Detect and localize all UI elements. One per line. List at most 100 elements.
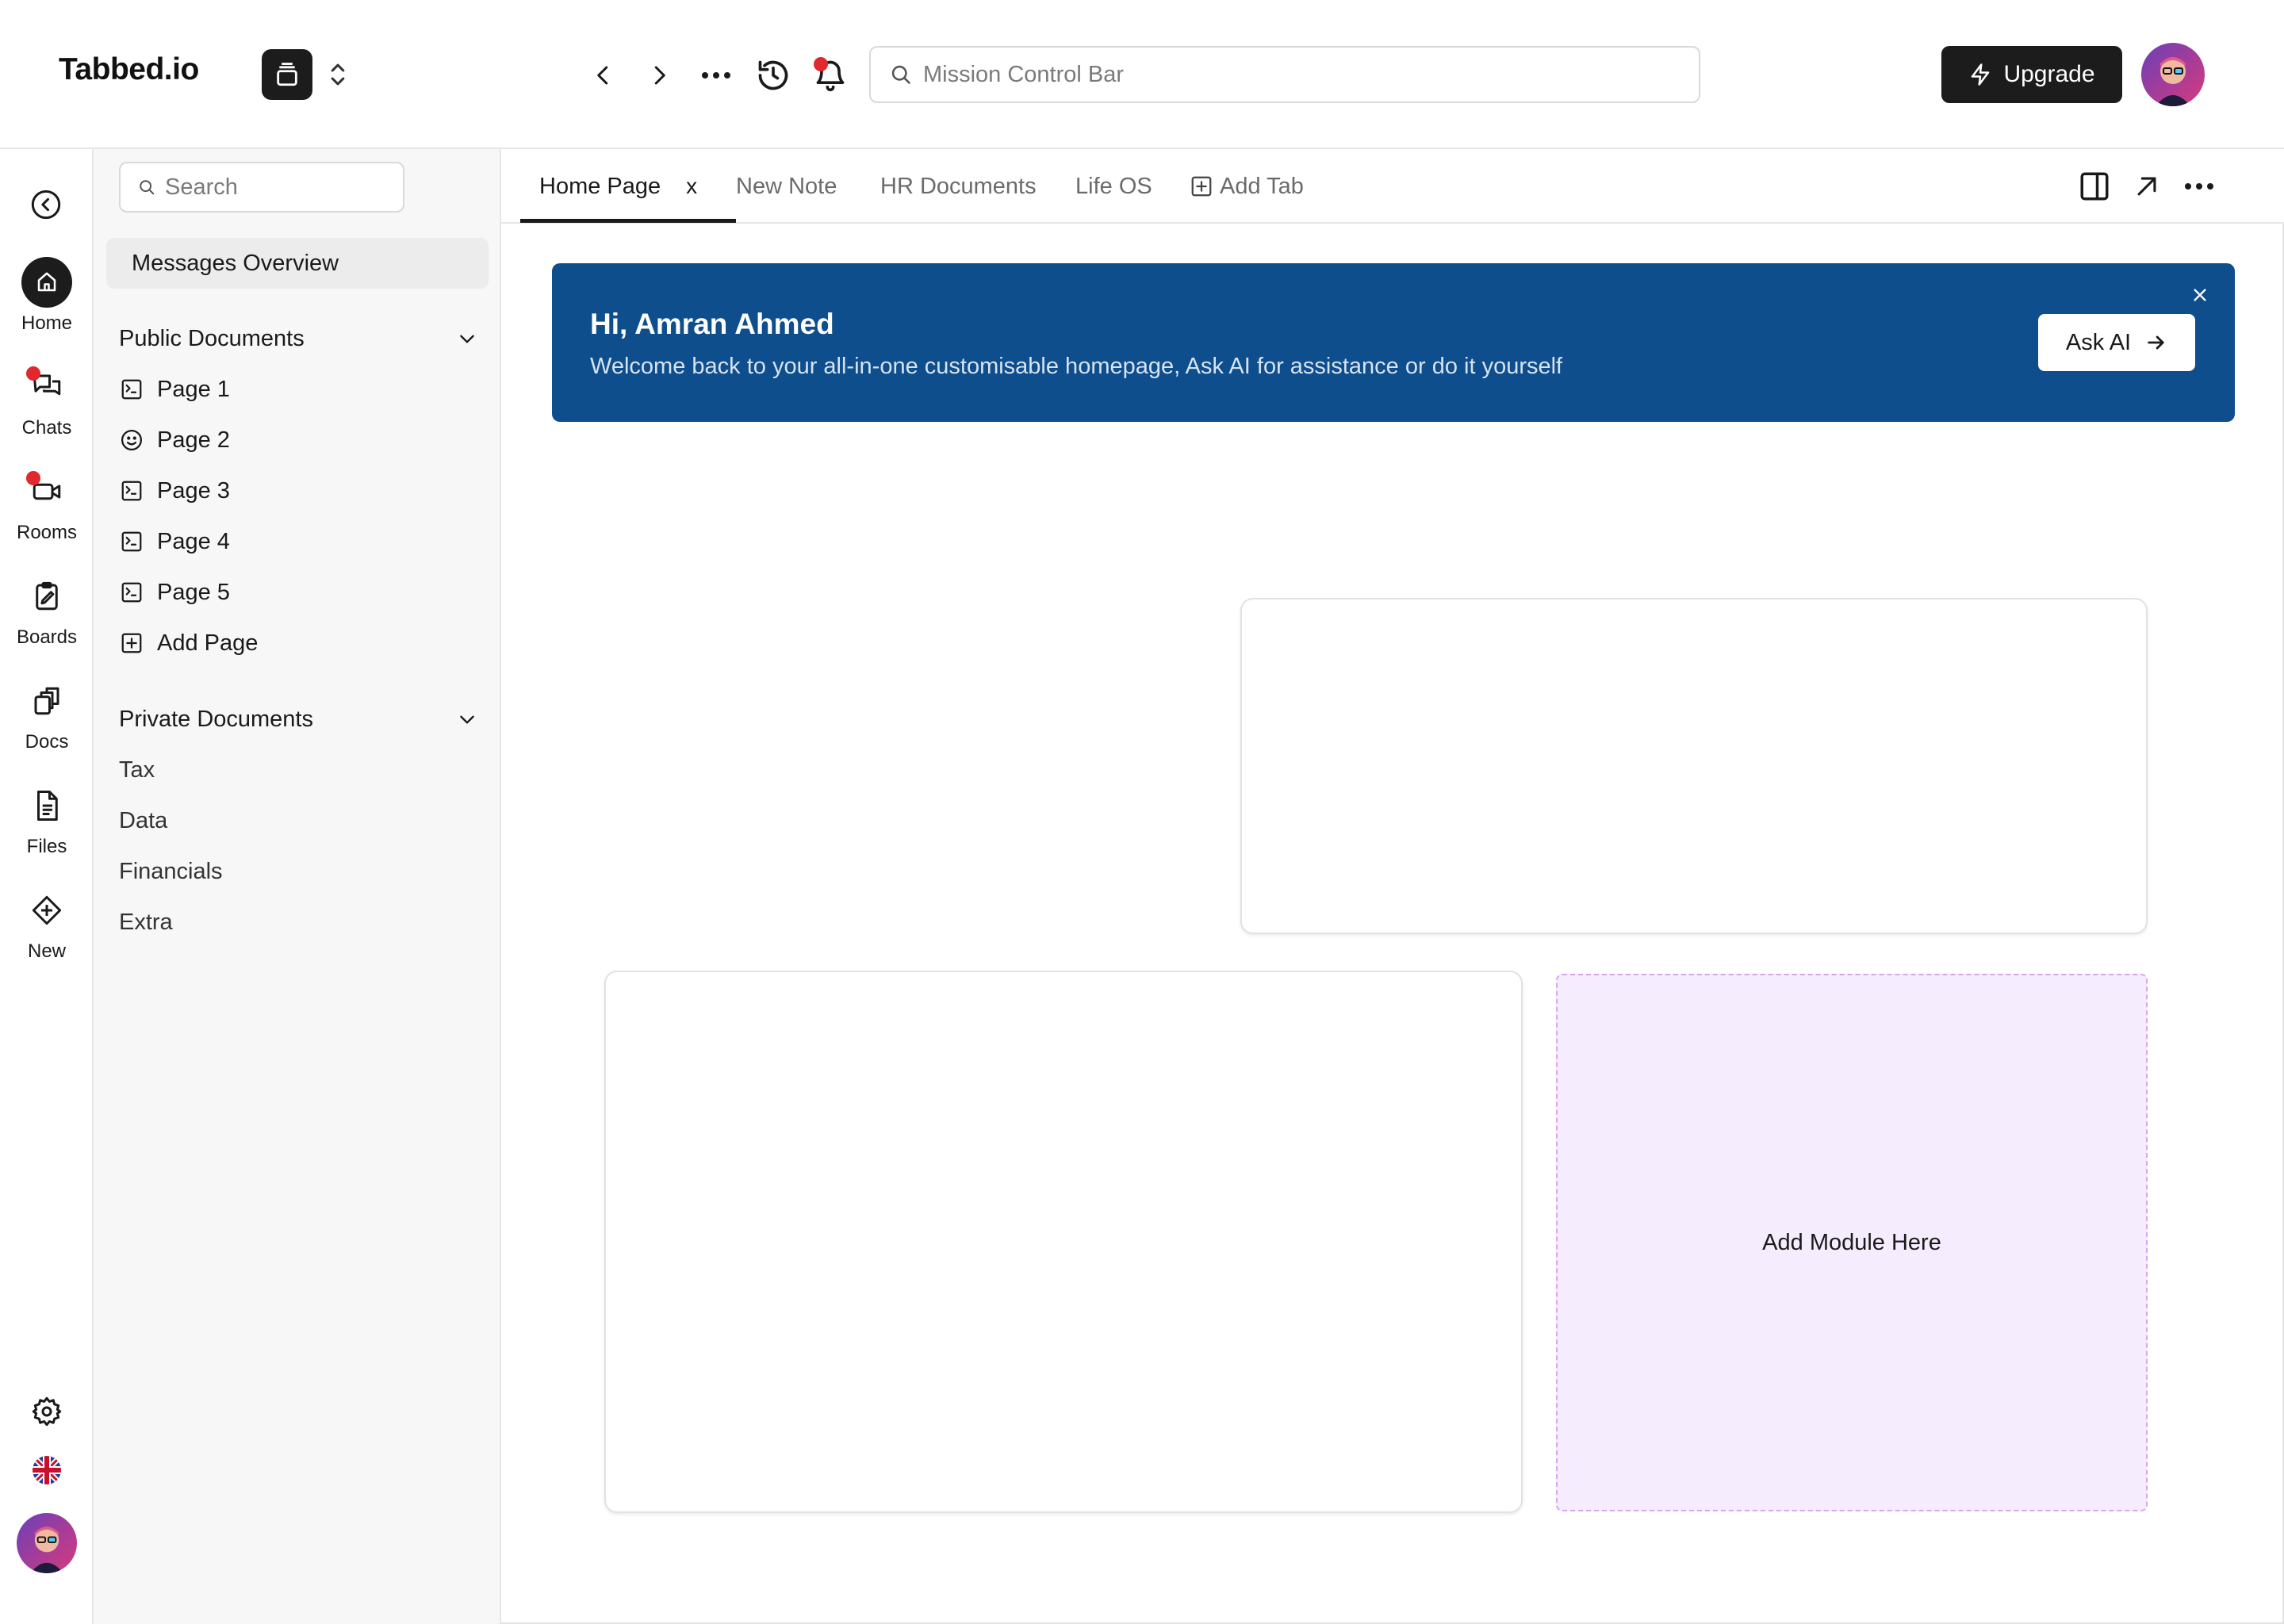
sidebar-search[interactable] [119, 162, 404, 213]
tab-hr-documents[interactable]: HR Documents [880, 149, 1037, 224]
tab-new-note[interactable]: New Note [736, 149, 837, 224]
tab-close-button[interactable]: x [686, 174, 697, 199]
rail-label-docs: Docs [25, 731, 69, 753]
tab-home-page[interactable]: Home Page x [539, 149, 697, 224]
sidebar-item-tax[interactable]: Tax [119, 750, 155, 790]
public-documents-title: Public Documents [119, 325, 305, 351]
rail-item-boards[interactable]: Boards [0, 571, 94, 649]
tab-more-icon[interactable] [2179, 167, 2219, 206]
add-page-label: Add Page [157, 630, 259, 656]
page-label: Page 2 [157, 427, 230, 453]
mission-control-bar[interactable] [869, 46, 1700, 103]
terminal-icon [119, 580, 144, 605]
sidebar-search-input[interactable] [165, 174, 403, 201]
forward-icon[interactable] [639, 56, 679, 95]
rail-item-new[interactable]: New [0, 885, 94, 963]
add-module-label: Add Module Here [1762, 1229, 1941, 1255]
home-icon [21, 257, 72, 308]
search-icon [140, 180, 155, 195]
notification-badge [814, 57, 828, 71]
rail-item-home[interactable]: Home [0, 257, 94, 335]
rail-item-files[interactable]: Files [0, 780, 94, 858]
sidebar-item-financials[interactable]: Financials [119, 852, 223, 891]
collapse-back-icon[interactable] [30, 189, 62, 220]
sidebar-item-page-1[interactable]: Page 1 [119, 370, 230, 409]
close-icon[interactable] [2186, 281, 2214, 309]
module-card-top-right[interactable] [1240, 598, 2148, 934]
mission-control-input[interactable] [923, 61, 1637, 88]
file-icon [21, 780, 72, 831]
documents-sidebar: Messages Overview Public Documents Page … [94, 149, 501, 1624]
plus-square-icon [1191, 176, 1212, 197]
ask-ai-label: Ask AI [2065, 329, 2132, 355]
terminal-icon [119, 478, 144, 504]
language-flag-icon[interactable] [0, 1454, 94, 1486]
add-page-button[interactable]: Add Page [119, 623, 258, 663]
add-tab-label: Add Tab [1220, 173, 1304, 199]
lightning-icon [1972, 63, 1990, 86]
rail-item-chats[interactable]: Chats [0, 362, 94, 439]
arrow-right-icon [2148, 335, 2164, 350]
sidebar-item-extra[interactable]: Extra [119, 902, 173, 942]
rooms-badge [26, 471, 40, 485]
workspace-chevron-icon[interactable] [325, 59, 351, 90]
upgrade-label: Upgrade [2003, 61, 2095, 87]
settings-icon[interactable] [0, 1396, 94, 1427]
terminal-icon [119, 377, 144, 402]
banner-greeting: Hi, Amran Ahmed [590, 308, 834, 340]
welcome-banner: Hi, Amran Ahmed Welcome back to your all… [552, 263, 2235, 422]
rail-item-docs[interactable]: Docs [0, 676, 94, 753]
terminal-icon [119, 529, 144, 554]
banner-subtitle: Welcome back to your all-in-one customis… [590, 354, 1563, 379]
workspace-switcher-button[interactable] [262, 49, 312, 100]
rail-label-chats: Chats [21, 417, 72, 439]
sidebar-item-page-3[interactable]: Page 3 [119, 471, 230, 511]
tab-bar: Home Page x New Note HR Documents Life O… [501, 149, 2284, 224]
search-icon [891, 65, 910, 84]
user-avatar[interactable] [2141, 43, 2205, 106]
top-bar: Tabbed.io Upgrade [0, 0, 2284, 149]
history-icon[interactable] [753, 56, 793, 95]
sidebar-item-page-4[interactable]: Page 4 [119, 522, 230, 561]
public-documents-header[interactable]: Public Documents [119, 319, 477, 358]
chevron-down-icon [460, 715, 474, 724]
module-card-bottom-left[interactable] [604, 971, 1523, 1513]
chevron-down-icon [460, 335, 474, 343]
app-logo[interactable]: Tabbed.io [59, 52, 199, 87]
tab-life-os[interactable]: Life OS [1075, 149, 1152, 224]
back-icon[interactable] [584, 56, 623, 95]
tab-label: Home Page [539, 173, 661, 199]
layers-icon [277, 63, 297, 86]
sidebar-item-page-5[interactable]: Page 5 [119, 573, 230, 612]
bell-icon[interactable] [811, 56, 850, 95]
smiley-icon [119, 427, 144, 453]
messages-overview-item[interactable]: Messages Overview [106, 238, 489, 289]
page-label: Page 3 [157, 477, 230, 504]
page-label: Page 1 [157, 376, 230, 402]
chats-icon [21, 362, 72, 412]
sidebar-item-data[interactable]: Data [119, 801, 167, 841]
rail-user-avatar[interactable] [0, 1513, 94, 1573]
private-documents-title: Private Documents [119, 706, 313, 732]
more-icon[interactable] [696, 56, 736, 95]
page-label: Page 5 [157, 579, 230, 605]
private-documents-header[interactable]: Private Documents [119, 699, 477, 739]
left-rail: Home Chats Rooms Boards Docs Files New [0, 149, 94, 1624]
video-icon [21, 466, 72, 517]
rail-label-files: Files [26, 836, 67, 857]
upgrade-button[interactable]: Upgrade [1941, 46, 2122, 103]
plus-diamond-icon [21, 885, 72, 936]
sidebar-item-page-2[interactable]: Page 2 [119, 420, 230, 460]
chats-badge [26, 366, 40, 381]
rail-item-rooms[interactable]: Rooms [0, 466, 94, 544]
add-tab-button[interactable]: Add Tab [1190, 149, 1304, 224]
add-module-dropzone[interactable]: Add Module Here [1556, 974, 2148, 1511]
plus-square-icon [119, 630, 144, 656]
rail-label-boards: Boards [16, 626, 78, 648]
ask-ai-button[interactable]: Ask AI [2038, 314, 2195, 371]
split-view-icon[interactable] [2075, 167, 2114, 206]
open-external-icon[interactable] [2127, 167, 2167, 206]
rail-label-rooms: Rooms [16, 522, 78, 543]
docs-icon [21, 676, 72, 726]
rail-label-new: New [27, 940, 66, 962]
